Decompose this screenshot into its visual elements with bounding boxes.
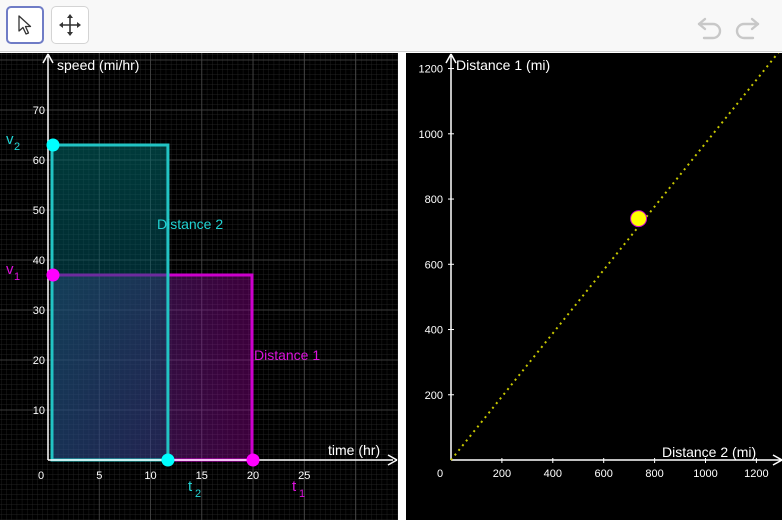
x-tick-label: 200	[493, 468, 511, 480]
svg-text:1: 1	[299, 488, 305, 500]
speed-time-graph-view[interactable]: 0 5 10 15 20 25 10 20 30 40 50 60 70 speed (mi/hr) t…	[0, 53, 398, 520]
distance1-label: Distance 1	[254, 347, 320, 363]
x-tick-label: 20	[247, 470, 259, 482]
speed-time-graph[interactable]: 0 5 10 15 20 25 10 20 30 40 50 60 70 speed (mi/hr) t…	[0, 53, 398, 520]
y-tick-label: 200	[425, 390, 443, 402]
move-arrows-icon	[59, 14, 81, 36]
y-tick-label: 30	[33, 305, 45, 317]
y-tick-label: 70	[33, 105, 45, 117]
svg-text:1: 1	[14, 271, 20, 283]
svg-text:v: v	[6, 131, 14, 148]
x-tick-label: 5	[96, 470, 102, 482]
move-tool-button[interactable]	[51, 6, 89, 44]
equal-distance-line	[450, 47, 782, 461]
y-tick-label: 50	[33, 205, 45, 217]
y-tick-label: 600	[425, 259, 443, 271]
x-tick-label: 0	[437, 468, 443, 480]
svg-text:2: 2	[195, 488, 201, 500]
y-tick-label: 400	[425, 325, 443, 337]
x-tick-label: 600	[595, 468, 613, 480]
x-tick-label: 400	[544, 468, 562, 480]
redo-icon[interactable]	[733, 14, 761, 40]
y-tick-label: 1200	[419, 64, 443, 76]
t2-point[interactable]	[161, 453, 175, 467]
y-tick-label: 10	[33, 405, 45, 417]
svg-text:2: 2	[14, 141, 20, 153]
y-axis-label: speed (mi/hr)	[57, 57, 139, 73]
cursor-arrow-icon	[18, 15, 32, 35]
y-tick-label: 40	[33, 255, 45, 267]
distance-graph-view[interactable]: 0 200 400 600 800 1000 1200 200 400 600 800 1000 120…	[406, 47, 782, 520]
y-tick-label: 60	[33, 155, 45, 167]
y-axis-label: Distance 1 (mi)	[456, 57, 550, 73]
y-tick-label: 20	[33, 355, 45, 367]
tick-labels: 0 200 400 600 800 1000 1200 200 400 600 800 1000 120…	[419, 64, 769, 480]
x-tick-label: 25	[298, 470, 310, 482]
distance2-rectangle	[50, 143, 170, 462]
x-tick-label: 0	[38, 470, 44, 482]
x-tick-label: 15	[196, 470, 208, 482]
x-tick-label: 1200	[744, 468, 768, 480]
svg-text:v: v	[6, 261, 14, 278]
x-tick-label: 10	[144, 470, 156, 482]
panel-divider[interactable]	[398, 53, 406, 520]
t1-point[interactable]	[246, 453, 260, 467]
x-tick-label: 1000	[693, 468, 717, 480]
toolbar	[0, 0, 782, 52]
y-tick-label: 800	[425, 194, 443, 206]
x-tick-label: 800	[645, 468, 663, 480]
y-tick-label: 1000	[419, 129, 443, 141]
x-axis-label: time (hr)	[328, 442, 380, 458]
distance2-label: Distance 2	[157, 216, 223, 232]
x-axis-label: Distance 2 (mi)	[662, 444, 756, 460]
v1-point[interactable]	[46, 268, 60, 282]
v2-point[interactable]	[46, 138, 60, 152]
select-tool-button[interactable]	[6, 6, 44, 44]
distance-point[interactable]	[630, 210, 648, 228]
undo-icon[interactable]	[696, 14, 724, 40]
distance-comparison-graph[interactable]: 0 200 400 600 800 1000 1200 200 400 600 800 1000 120…	[406, 47, 782, 520]
